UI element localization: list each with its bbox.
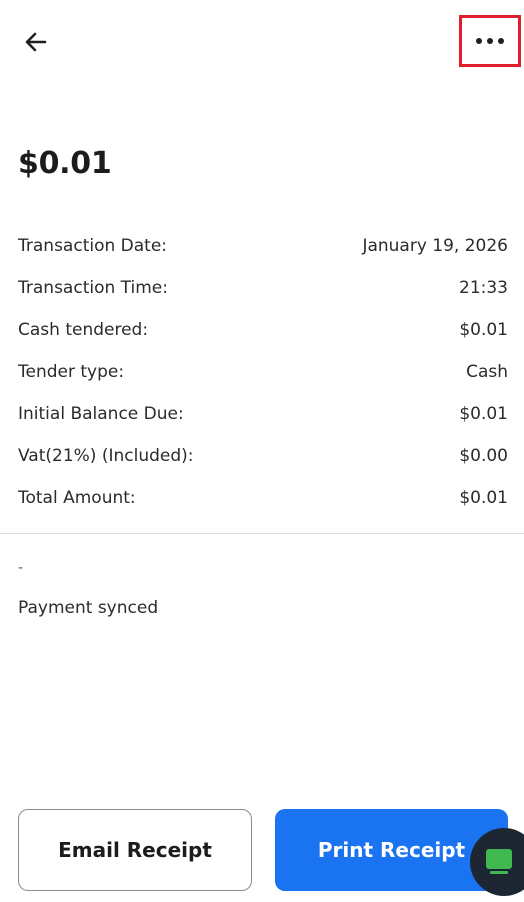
- detail-row-total-amount: Total Amount: $0.01: [18, 477, 508, 519]
- detail-row-transaction-time: Transaction Time: 21:33: [18, 267, 508, 309]
- back-button[interactable]: [18, 24, 54, 60]
- more-options-button[interactable]: [459, 15, 521, 67]
- arrow-left-icon: [25, 32, 47, 52]
- detail-value: $0.01: [459, 488, 508, 508]
- detail-row-vat: Vat(21%) (Included): $0.00: [18, 435, 508, 477]
- detail-label: Total Amount:: [18, 488, 136, 508]
- detail-row-transaction-date: Transaction Date: January 19, 2026: [18, 225, 508, 267]
- transaction-details: Transaction Date: January 19, 2026 Trans…: [18, 225, 508, 519]
- more-horizontal-icon: [476, 38, 504, 44]
- email-receipt-button[interactable]: Email Receipt: [18, 809, 252, 891]
- detail-row-cash-tendered: Cash tendered: $0.01: [18, 309, 508, 351]
- detail-value: 21:33: [459, 278, 508, 298]
- detail-value: Cash: [466, 362, 508, 382]
- detail-label: Initial Balance Due:: [18, 404, 184, 424]
- detail-label: Tender type:: [18, 362, 125, 382]
- detail-label: Vat(21%) (Included):: [18, 446, 194, 466]
- detail-value: $0.01: [459, 404, 508, 424]
- section-divider: [0, 533, 524, 534]
- detail-value: January 19, 2026: [362, 236, 508, 256]
- chat-icon: [486, 849, 512, 874]
- detail-label: Transaction Time:: [18, 278, 168, 298]
- detail-row-initial-balance-due: Initial Balance Due: $0.01: [18, 393, 508, 435]
- detail-value: $0.01: [459, 320, 508, 340]
- detail-label: Cash tendered:: [18, 320, 149, 340]
- transaction-amount: $0.01: [18, 146, 112, 181]
- sync-status-text: Payment synced: [18, 598, 159, 618]
- detail-label: Transaction Date:: [18, 236, 168, 256]
- detail-value: $0.00: [459, 446, 508, 466]
- note-placeholder: -: [18, 560, 24, 576]
- detail-row-tender-type: Tender type: Cash: [18, 351, 508, 393]
